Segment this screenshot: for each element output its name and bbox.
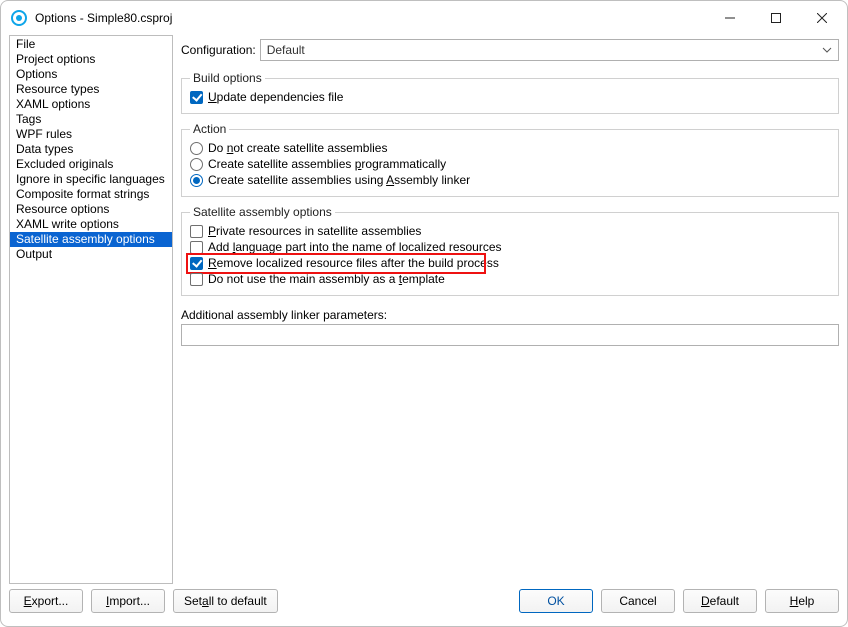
configuration-dropdown[interactable]: Default [260, 39, 839, 61]
build-options-group: Build options Update dependencies file [181, 71, 839, 114]
add-lang-label: Add language part into the name of local… [208, 240, 502, 254]
sidebar-item[interactable]: WPF rules [10, 127, 172, 142]
sidebar-item[interactable]: Project options [10, 52, 172, 67]
import-button[interactable]: Import... [91, 589, 165, 613]
add-lang-checkbox[interactable] [190, 241, 203, 254]
update-deps-label: Update dependencies file [208, 90, 343, 104]
dialog-buttons: Export... Import... Set all to default O… [1, 584, 847, 626]
build-options-legend: Build options [190, 71, 265, 85]
sidebar-item[interactable]: XAML options [10, 97, 172, 112]
action-none-radio[interactable] [190, 142, 203, 155]
sidebar-item[interactable]: Resource types [10, 82, 172, 97]
maximize-button[interactable] [753, 3, 799, 33]
action-programmatic-radio[interactable] [190, 158, 203, 171]
sidebar-item[interactable]: Resource options [10, 202, 172, 217]
sidebar-item[interactable]: Options [10, 67, 172, 82]
action-al-label: Create satellite assemblies using Assemb… [208, 173, 470, 187]
sidebar-item[interactable]: Composite format strings [10, 187, 172, 202]
cancel-button[interactable]: Cancel [601, 589, 675, 613]
configuration-value: Default [267, 43, 305, 57]
help-button[interactable]: Help [765, 589, 839, 613]
configuration-label: Configuration: [181, 43, 256, 57]
al-params-input[interactable] [181, 324, 839, 346]
action-legend: Action [190, 122, 229, 136]
action-group: Action Do not create satellite assemblie… [181, 122, 839, 197]
sidebar-item[interactable]: Satellite assembly options [10, 232, 172, 247]
sidebar-item[interactable]: File [10, 37, 172, 52]
app-icon [11, 10, 27, 26]
private-res-checkbox[interactable] [190, 225, 203, 238]
ok-button[interactable]: OK [519, 589, 593, 613]
remove-localized-checkbox[interactable] [190, 257, 203, 270]
minimize-button[interactable] [707, 3, 753, 33]
sidebar-item[interactable]: Excluded originals [10, 157, 172, 172]
sidebar-item[interactable]: Ignore in specific languages [10, 172, 172, 187]
close-button[interactable] [799, 3, 845, 33]
default-button[interactable]: Default [683, 589, 757, 613]
no-template-label: Do not use the main assembly as a templa… [208, 272, 445, 286]
sidebar-item[interactable]: XAML write options [10, 217, 172, 232]
chevron-down-icon [822, 45, 832, 55]
action-none-label: Do not create satellite assemblies [208, 141, 387, 155]
remove-localized-label: Remove localized resource files after th… [208, 256, 499, 270]
update-deps-checkbox[interactable] [190, 91, 203, 104]
al-params-label: Additional assembly linker parameters: [181, 308, 839, 322]
title-bar: Options - Simple80.csproj [1, 1, 847, 35]
satellite-options-legend: Satellite assembly options [190, 205, 335, 219]
options-tree[interactable]: FileProject optionsOptionsResource types… [9, 35, 173, 584]
window-title: Options - Simple80.csproj [35, 11, 172, 25]
set-all-default-button[interactable]: Set all to default [173, 589, 278, 613]
no-template-checkbox[interactable] [190, 273, 203, 286]
private-res-label: Private resources in satellite assemblie… [208, 224, 421, 238]
action-programmatic-label: Create satellite assemblies programmatic… [208, 157, 446, 171]
sidebar-item[interactable]: Data types [10, 142, 172, 157]
action-al-radio[interactable] [190, 174, 203, 187]
sidebar-item[interactable]: Output [10, 247, 172, 262]
sidebar-item[interactable]: Tags [10, 112, 172, 127]
export-button[interactable]: Export... [9, 589, 83, 613]
satellite-options-group: Satellite assembly options Private resou… [181, 205, 839, 296]
